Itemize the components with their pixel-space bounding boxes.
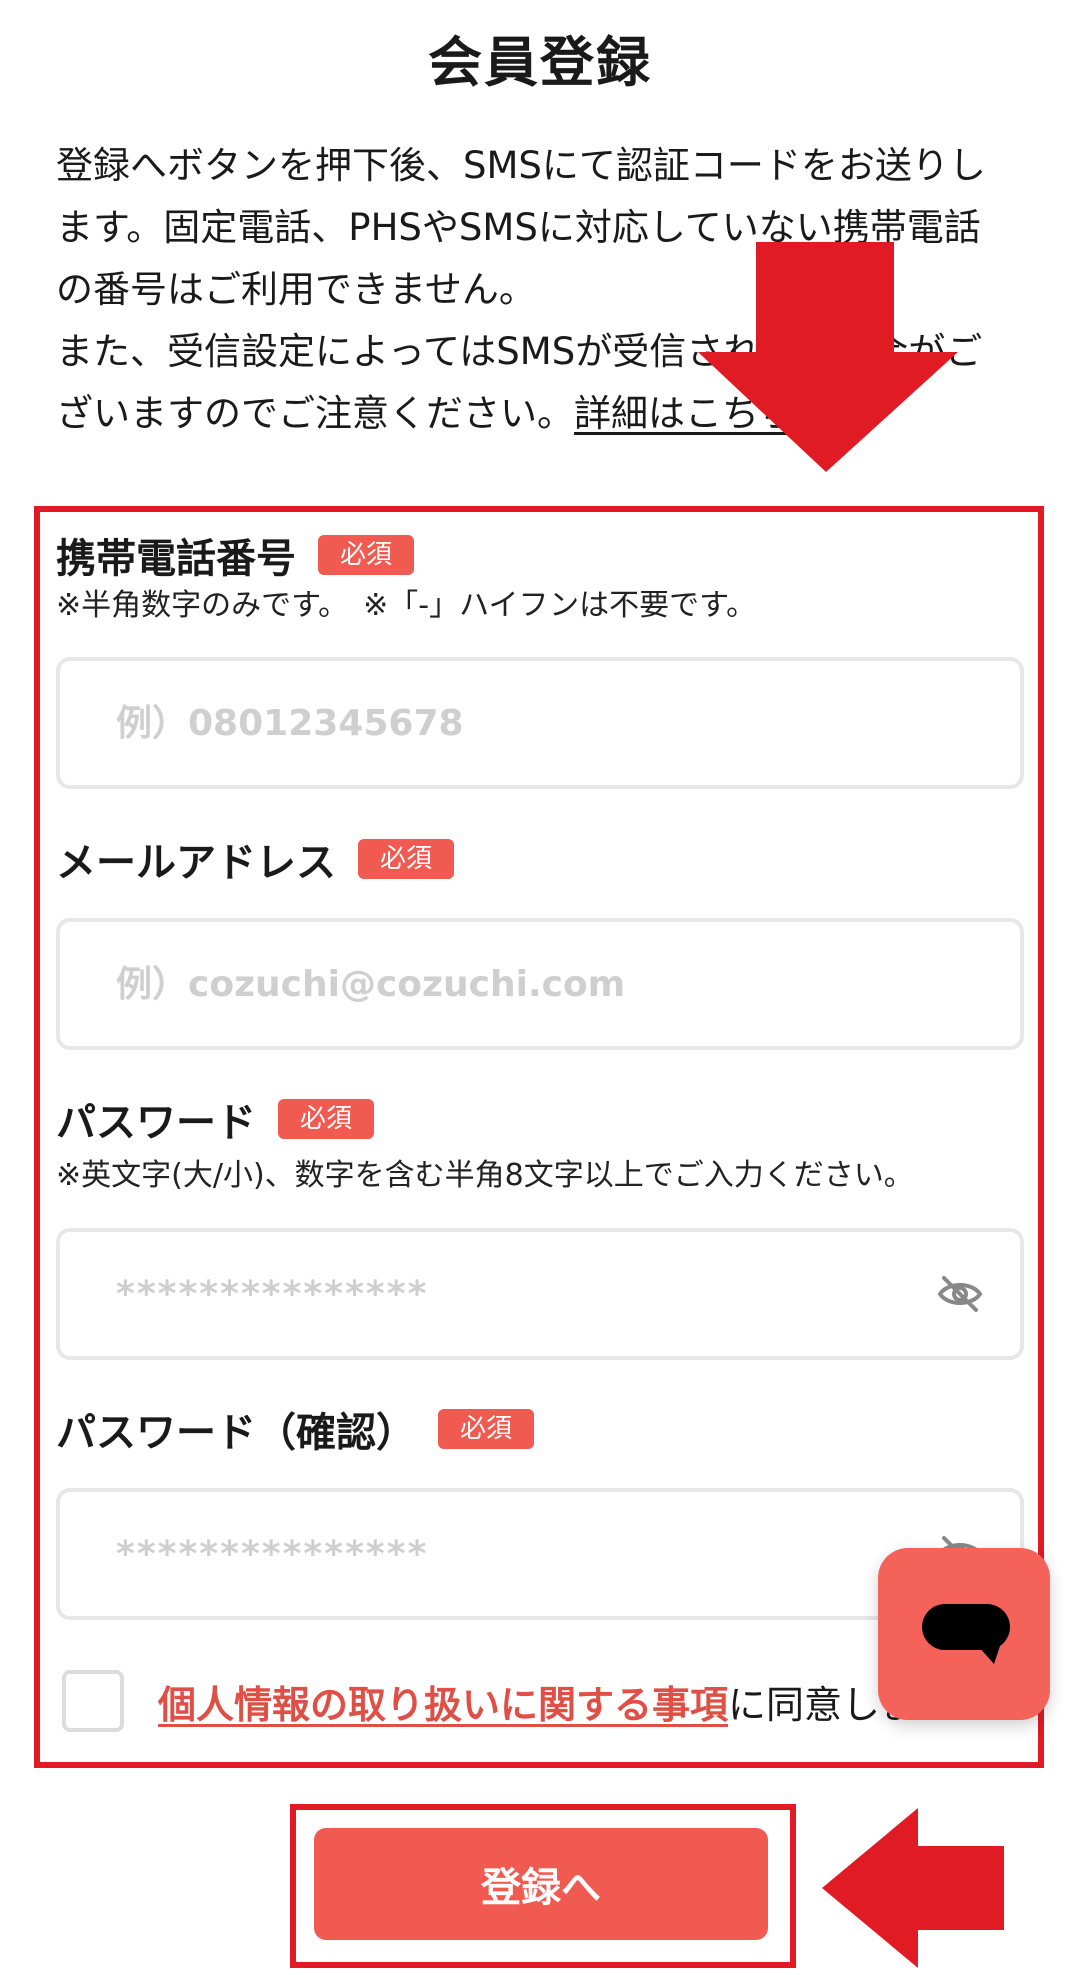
email-input-box[interactable] <box>56 918 1024 1050</box>
password-label: パスワード <box>56 1100 256 1146</box>
required-badge: 必須 <box>278 1099 375 1139</box>
privacy-policy-link[interactable]: 個人情報の取り扱いに関する事項 <box>158 1674 728 1729</box>
phone-note: ※半角数字のみです。 ※「-」ハイフンは不要です。 <box>56 588 757 623</box>
password-input[interactable] <box>60 1232 916 1356</box>
required-badge: 必須 <box>318 535 415 575</box>
annotation-arrow-left-icon <box>822 1808 1004 1968</box>
password-input-box[interactable] <box>56 1228 1024 1360</box>
password-note: ※英文字(大/小)、数字を含む半角8文字以上でご入力ください。 <box>56 1158 914 1193</box>
password-label-row: パスワード 必須 <box>56 1090 375 1148</box>
required-badge: 必須 <box>358 839 455 879</box>
annotation-arrow-down-icon <box>698 242 958 472</box>
email-label: メールアドレス <box>56 840 336 886</box>
phone-label-row: 携帯電話番号 必須 <box>56 526 415 584</box>
consent-row: 個人情報の取り扱いに関する事項 に同意します <box>62 1670 956 1732</box>
phone-label: 携帯電話番号 <box>56 536 296 582</box>
email-input[interactable] <box>60 922 916 1046</box>
consent-checkbox[interactable] <box>62 1670 124 1732</box>
phone-input-box[interactable] <box>56 657 1024 789</box>
password-confirm-input[interactable] <box>60 1492 916 1616</box>
chat-button[interactable] <box>878 1548 1050 1720</box>
eye-off-icon[interactable] <box>936 1270 984 1318</box>
required-badge: 必須 <box>438 1409 535 1449</box>
email-label-row: メールアドレス 必須 <box>56 830 455 888</box>
page-title: 会員登録 <box>428 31 652 94</box>
register-button[interactable]: 登録へ <box>314 1828 768 1940</box>
phone-input[interactable] <box>60 661 916 785</box>
password-confirm-label-row: パスワード（確認） 必須 <box>56 1400 535 1458</box>
password-confirm-label: パスワード（確認） <box>56 1410 416 1456</box>
chat-bubble-icon <box>922 1604 1010 1664</box>
